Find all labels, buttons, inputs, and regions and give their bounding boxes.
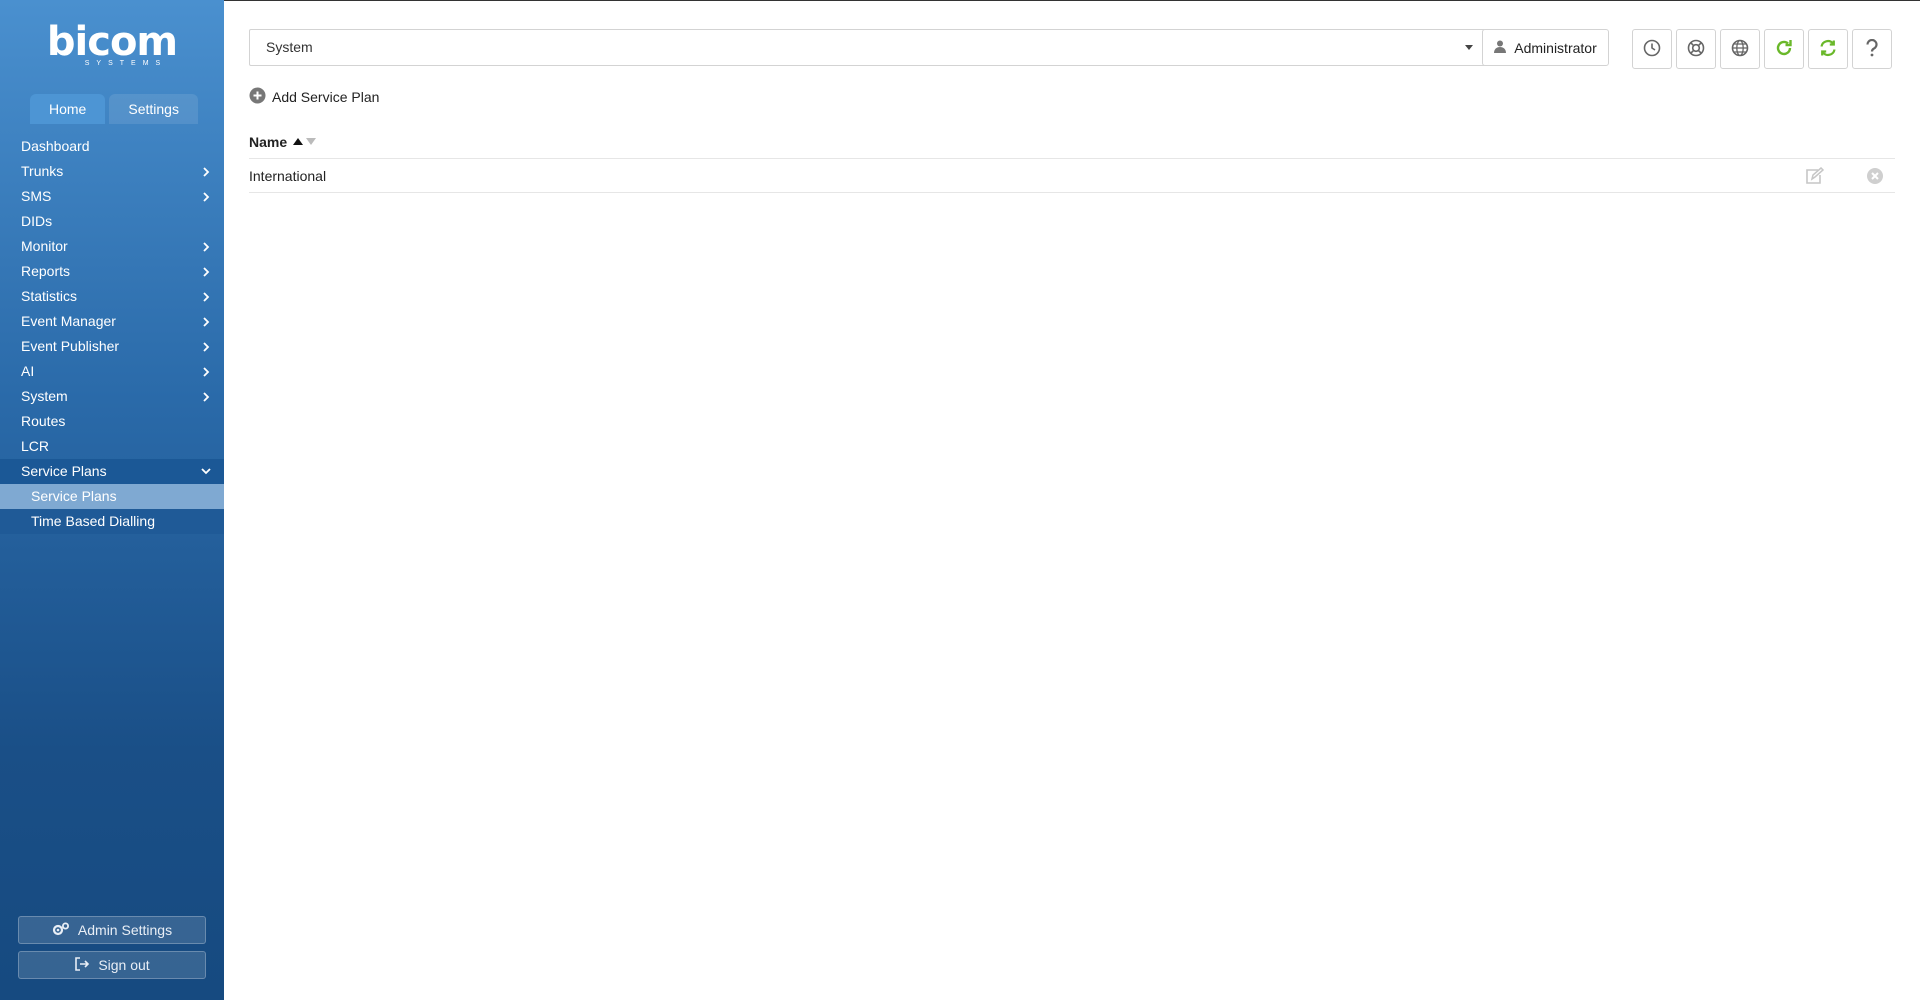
column-header-name[interactable]: Name xyxy=(249,125,1895,159)
chevron-right-icon xyxy=(200,234,212,259)
sidebar-item-label: Service Plans xyxy=(21,463,107,479)
globe-icon xyxy=(1731,39,1749,60)
caret-down-icon xyxy=(1465,45,1473,50)
sidebar-subitem-time-based-dialling[interactable]: Time Based Dialling xyxy=(0,509,224,534)
chevron-down-icon xyxy=(200,459,212,484)
sidebar-subitem-service-plans[interactable]: Service Plans xyxy=(0,484,224,509)
chevron-right-icon xyxy=(200,184,212,209)
reload-icon xyxy=(1774,38,1794,61)
sidebar-item-label: Trunks xyxy=(21,163,64,179)
sign-out-label: Sign out xyxy=(98,957,150,973)
sidebar-item-routes[interactable]: Routes xyxy=(0,409,224,434)
sync-button[interactable] xyxy=(1808,29,1848,69)
sidebar-item-label: SMS xyxy=(21,188,52,204)
chevron-right-icon xyxy=(200,284,212,309)
column-header-label: Name xyxy=(249,133,288,150)
chevron-right-icon xyxy=(200,309,212,334)
clock-icon xyxy=(1643,39,1661,60)
sidebar-item-label: Reports xyxy=(21,263,71,279)
sidebar-item-lcr[interactable]: LCR xyxy=(0,434,224,459)
sidebar-item-label: Dashboard xyxy=(21,138,90,154)
admin-settings-label: Admin Settings xyxy=(77,922,173,938)
chevron-right-icon xyxy=(200,384,212,409)
chevron-right-icon xyxy=(200,259,212,284)
chevron-right-icon xyxy=(200,359,212,384)
tenant-select[interactable]: System xyxy=(249,29,1486,66)
admin-settings-button[interactable]: Admin Settings xyxy=(18,916,206,944)
sidebar-item-trunks[interactable]: Trunks xyxy=(0,159,224,184)
sidebar-item-label: LCR xyxy=(21,438,50,454)
sidebar-item-label: AI xyxy=(21,363,35,379)
help-button[interactable] xyxy=(1852,29,1892,69)
sort-icon[interactable] xyxy=(293,138,317,145)
service-plans-table: Name International xyxy=(249,125,1895,193)
reload-button[interactable] xyxy=(1764,29,1804,69)
sidebar: bicom SYSTEMS Home Settings Dashboard Tr… xyxy=(0,0,224,1000)
sidebar-tabs: Home Settings xyxy=(30,94,198,124)
lifebuoy-icon xyxy=(1687,39,1705,60)
user-icon xyxy=(1494,40,1507,56)
tab-home[interactable]: Home xyxy=(30,94,106,124)
logo-subtitle: SYSTEMS xyxy=(84,60,168,67)
sidebar-item-event-publisher[interactable]: Event Publisher xyxy=(0,334,224,359)
header-icon-buttons xyxy=(1632,29,1892,69)
main-content: System Administrator Add Service Plan Na… xyxy=(224,0,1920,1000)
add-service-plan-button[interactable]: Add Service Plan xyxy=(249,87,379,107)
add-service-plan-label: Add Service Plan xyxy=(272,89,380,105)
sidebar-item-label: DIDs xyxy=(21,213,53,229)
sidebar-item-dashboard[interactable]: Dashboard xyxy=(0,134,224,159)
sign-out-button[interactable]: Sign out xyxy=(18,951,206,979)
sidebar-item-label: System xyxy=(21,388,68,404)
language-button[interactable] xyxy=(1720,29,1760,69)
sidebar-item-label: Routes xyxy=(21,413,66,429)
sidebar-nav: Dashboard Trunks SMS DIDs Monitor Report… xyxy=(0,134,224,534)
cogs-icon xyxy=(52,922,70,939)
table-row[interactable]: International xyxy=(249,159,1895,193)
sidebar-item-monitor[interactable]: Monitor xyxy=(0,234,224,259)
sidebar-item-label: Event Manager xyxy=(21,313,116,329)
sidebar-item-label: Statistics xyxy=(21,288,78,304)
help-icon xyxy=(1865,38,1879,60)
sign-out-icon xyxy=(74,956,90,974)
edit-icon[interactable] xyxy=(1795,159,1835,193)
tab-settings[interactable]: Settings xyxy=(109,94,198,124)
sidebar-item-ai[interactable]: AI xyxy=(0,359,224,384)
clock-button[interactable] xyxy=(1632,29,1672,69)
sidebar-item-service-plans[interactable]: Service Plans xyxy=(0,459,224,484)
sidebar-item-dids[interactable]: DIDs xyxy=(0,209,224,234)
plus-circle-icon xyxy=(249,87,266,107)
sidebar-item-reports[interactable]: Reports xyxy=(0,259,224,284)
sidebar-item-event-manager[interactable]: Event Manager xyxy=(0,309,224,334)
sidebar-item-statistics[interactable]: Statistics xyxy=(0,284,224,309)
user-button-label: Administrator xyxy=(1514,39,1597,56)
chevron-right-icon xyxy=(200,334,212,359)
sidebar-item-system[interactable]: System xyxy=(0,384,224,409)
row-actions xyxy=(1795,159,1895,193)
logo: bicom SYSTEMS xyxy=(0,22,224,67)
tenant-select-value: System xyxy=(266,39,313,55)
delete-icon[interactable] xyxy=(1855,159,1895,193)
user-button[interactable]: Administrator xyxy=(1482,29,1609,66)
sync-icon xyxy=(1818,38,1838,61)
sidebar-item-label: Monitor xyxy=(21,238,68,254)
support-button[interactable] xyxy=(1676,29,1716,69)
sidebar-item-sms[interactable]: SMS xyxy=(0,184,224,209)
logo-text: bicom xyxy=(46,19,178,65)
chevron-right-icon xyxy=(200,159,212,184)
sidebar-item-label: Event Publisher xyxy=(21,338,120,354)
table-cell-name: International xyxy=(249,167,327,184)
